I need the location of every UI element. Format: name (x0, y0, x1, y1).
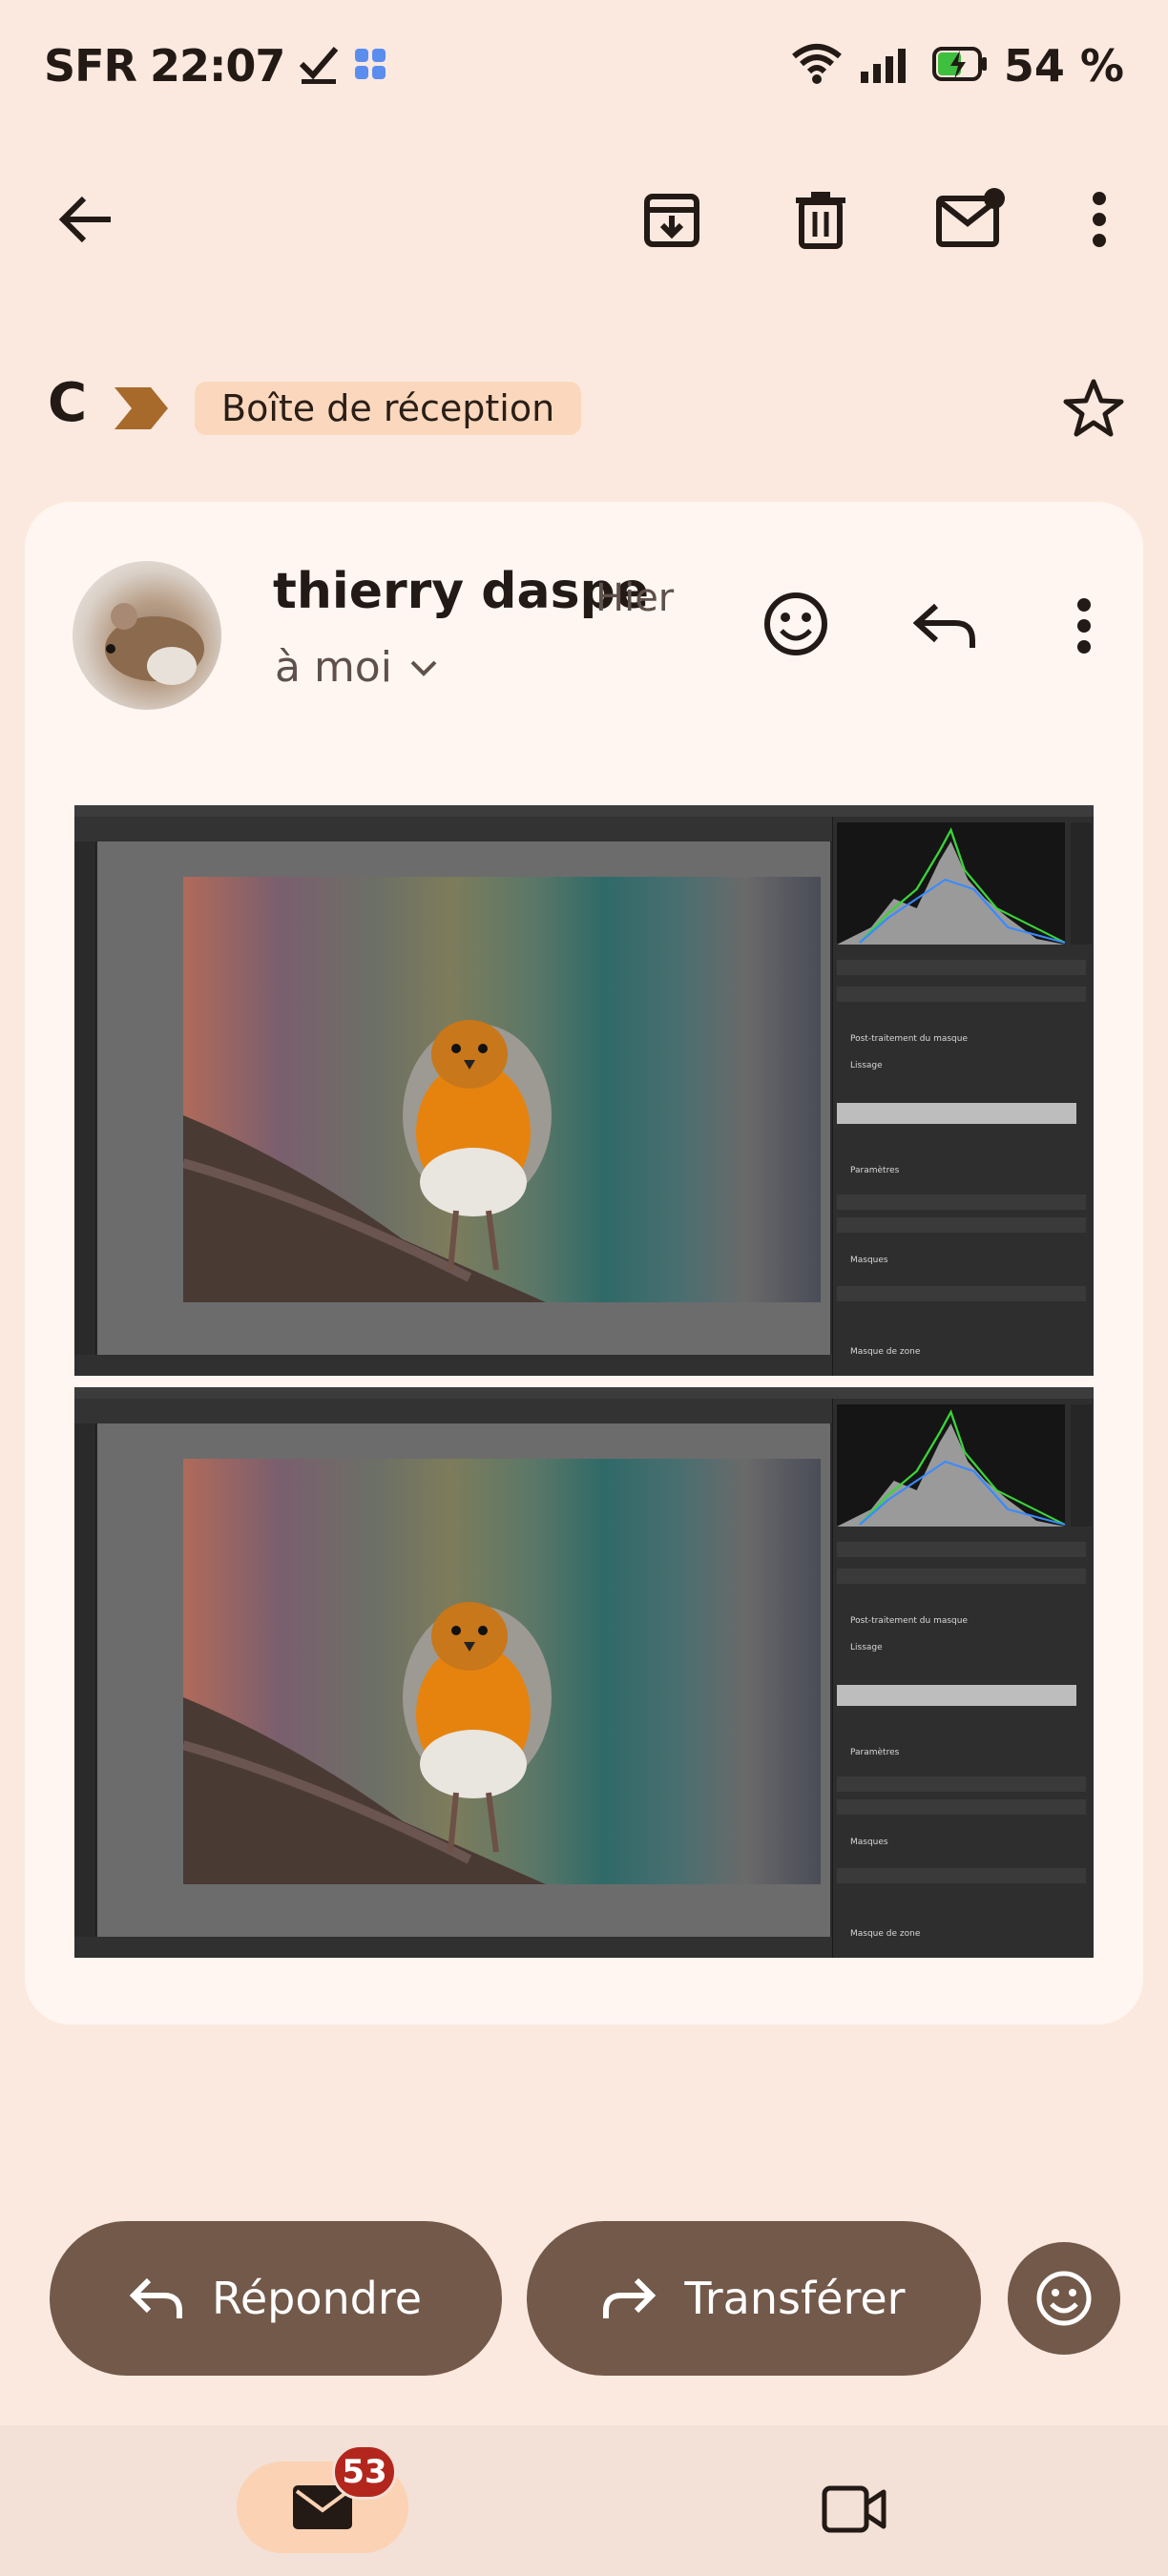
nav-meet-tab[interactable] (802, 2463, 907, 2555)
reply-label: Répondre (211, 2273, 423, 2324)
mark-unread-button[interactable] (926, 176, 1017, 261)
recipient-details-toggle[interactable]: à moi (275, 643, 438, 692)
delete-button[interactable] (779, 177, 863, 261)
robin-bird-icon (181, 1020, 552, 1302)
status-bar: SFR 22:07 54 % (0, 0, 1168, 143)
more-options-button[interactable] (1071, 177, 1128, 261)
side-panel: Post-traitement du masque Lissage Paramè… (832, 817, 1094, 1376)
sender-avatar[interactable] (73, 561, 221, 710)
forward-button[interactable]: Transférer (527, 2221, 981, 2376)
more-vert-icon (1077, 598, 1091, 654)
importance-marker-icon[interactable] (113, 385, 170, 435)
carrier-name: SFR (44, 40, 137, 92)
app-grid-icon (353, 47, 387, 85)
histogram (837, 1404, 1066, 1527)
panel-section-label: Masque de zone (850, 1929, 921, 1939)
panel-section-label: Lissage (850, 1061, 883, 1070)
reply-button[interactable]: Répondre (50, 2221, 502, 2376)
reply-inline-button[interactable] (903, 588, 987, 664)
sender-name[interactable]: thierry daspe (273, 563, 649, 620)
battery-charging-icon (931, 43, 989, 89)
panel-section-label: Post-traitement du masque (850, 1034, 968, 1044)
message-card: thierry daspe Hier à moi Post-traitement… (25, 502, 1143, 2025)
bottom-navigation: 53 (0, 2425, 1168, 2576)
robin-photo (181, 877, 821, 1302)
panel-section-label: Post-traitement du masque (850, 1616, 968, 1626)
panel-section-label: Paramètres (850, 1748, 900, 1757)
robin-photo (181, 1459, 821, 1884)
panel-section-label: Lissage (850, 1643, 883, 1652)
unread-count-badge: 53 (332, 2444, 397, 2500)
wifi-icon (790, 43, 844, 89)
panel-section-label: Masques (850, 1256, 888, 1265)
check-icon (298, 43, 340, 89)
add-reaction-button[interactable] (754, 582, 838, 666)
subject-initial: C (48, 372, 88, 434)
back-arrow-icon (58, 196, 111, 243)
label-chip-inbox[interactable]: Boîte de réception (195, 382, 582, 435)
panel-section-label: Masques (850, 1838, 888, 1847)
attachment-image-2[interactable]: Post-traitement du masque Lissage Paramè… (74, 1387, 1094, 1958)
react-button[interactable] (1008, 2242, 1120, 2355)
reply-icon (129, 2277, 182, 2318)
panel-section-label: Masque de zone (850, 1347, 921, 1357)
chevron-down-icon (410, 660, 437, 676)
forward-label: Transférer (684, 2273, 906, 2324)
more-vert-icon (1093, 192, 1106, 247)
back-button[interactable] (48, 181, 124, 258)
histogram (837, 822, 1066, 945)
message-date: Hier (595, 576, 675, 620)
mark-unread-icon (936, 188, 1005, 247)
robin-bird-icon (181, 1602, 552, 1884)
archive-icon (644, 194, 699, 247)
reply-icon (913, 603, 975, 648)
star-outline-icon (1063, 379, 1124, 437)
archive-button[interactable] (630, 177, 714, 261)
side-panel: Post-traitement du masque Lissage Paramè… (832, 1399, 1094, 1958)
emoji-icon (1036, 2271, 1092, 2326)
mouse-photo-icon (105, 603, 204, 685)
attachment-image-1[interactable]: Post-traitement du masque Lissage Paramè… (74, 805, 1094, 1376)
panel-section-label: Paramètres (850, 1166, 900, 1175)
video-camera-icon (822, 2485, 886, 2533)
emoji-icon (764, 592, 827, 655)
forward-icon (603, 2277, 657, 2318)
recipient-text: à moi (275, 643, 392, 692)
star-button[interactable] (1055, 370, 1132, 447)
delete-icon (796, 192, 845, 249)
battery-level: 54 % (1003, 40, 1124, 92)
clock: 22:07 (149, 40, 285, 92)
message-more-button[interactable] (1055, 588, 1113, 664)
signal-icon (859, 43, 916, 89)
